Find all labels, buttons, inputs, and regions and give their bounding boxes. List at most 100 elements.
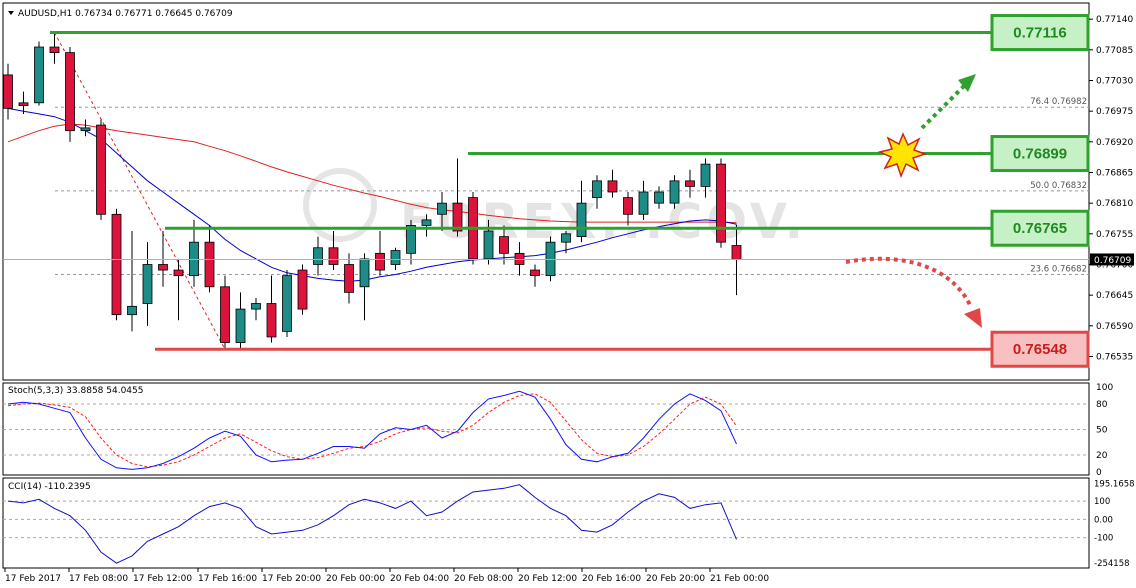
fib-label: 50.0 0.76832	[1030, 181, 1087, 191]
candle-body	[80, 127, 91, 132]
stoch-tick-label: 100	[1096, 383, 1113, 393]
cci-tick-label: 0.00	[1094, 515, 1113, 525]
time-tick-label: 20 Feb 20:00	[646, 574, 705, 584]
stoch-tick-label: 0	[1096, 468, 1102, 478]
candle-body	[266, 303, 277, 338]
level-label: 0.76548	[1013, 341, 1067, 358]
candle	[65, 47, 75, 142]
candle-body	[220, 286, 230, 343]
candle-body	[251, 303, 261, 310]
cci-tick-label: 100	[1094, 497, 1110, 507]
candle-body	[390, 250, 401, 265]
cci-tick-label: -100	[1094, 534, 1113, 544]
level-label: 0.76765	[1013, 220, 1067, 237]
price-tick-label: 0.77140	[1096, 15, 1133, 25]
candle-body	[607, 180, 618, 193]
symbol-header-text: AUDUSD,H1 0.76734 0.76771 0.76645 0.7670…	[18, 9, 233, 19]
candle	[96, 119, 106, 220]
candle-body	[313, 247, 323, 265]
candle-body	[235, 308, 246, 343]
stoch-tick-label: 20	[1096, 451, 1108, 461]
time-tick-label: 20 Feb 12:00	[518, 574, 577, 584]
candle-body	[359, 258, 370, 288]
fib-label: 23.6 0.76682	[1030, 265, 1087, 275]
main-panel-frame	[2, 2, 1090, 381]
candle-body	[514, 252, 525, 265]
cci-tick-label: 195.1658	[1094, 480, 1135, 490]
time-tick-label: 20 Feb 16:00	[582, 574, 641, 584]
candle-body	[344, 264, 354, 293]
price-tick-label: 0.77030	[1096, 76, 1133, 86]
symbol-header: AUDUSD,H1 0.76734 0.76771 0.76645 0.7670…	[8, 9, 233, 19]
time-tick-label: 17 Feb 2017	[5, 574, 61, 584]
candle-body	[49, 46, 60, 54]
time-tick-label: 20 Feb 08:00	[454, 574, 513, 584]
fib-label: 76.4 0.76982	[1030, 97, 1087, 107]
candle	[282, 270, 292, 337]
time-tick-label: 17 Feb 16:00	[198, 574, 257, 584]
candle-body	[158, 264, 168, 271]
time-axis: 17 Feb 2017 17 Feb 08:00 17 Feb 12:00 17 Fe…	[4, 568, 769, 584]
candle-body	[669, 180, 680, 204]
cci-header: CCI(14) -110.2395	[8, 482, 91, 492]
price-tick-label: 0.77085	[1096, 46, 1133, 56]
candle-body	[654, 191, 664, 204]
candle-body	[18, 102, 29, 106]
candle-body	[731, 245, 742, 260]
level-label: 0.77116	[1013, 25, 1066, 42]
candle-body	[142, 264, 153, 304]
time-tick-label: 17 Feb 12:00	[133, 574, 192, 584]
candle-body	[483, 230, 494, 260]
candle-body	[437, 202, 447, 215]
candle-body	[623, 197, 633, 215]
cci-tick-label: -254158	[1094, 559, 1130, 569]
price-tick-label: 0.76535	[1096, 352, 1133, 362]
candle	[297, 264, 308, 315]
candle-body	[189, 241, 199, 277]
candle-body	[561, 233, 571, 243]
price-tick-label: 0.76975	[1096, 107, 1133, 117]
price-tick-label: 0.76865	[1096, 168, 1133, 178]
cci-panel-frame	[2, 477, 1090, 569]
price-tick-label: 0.76920	[1096, 138, 1133, 148]
candle-body	[685, 180, 695, 187]
candle-body	[173, 269, 184, 277]
time-tick-label: 20 Feb 00:00	[326, 574, 385, 584]
time-tick-label: 21 Feb 00:00	[710, 574, 769, 584]
candle	[545, 236, 556, 282]
stoch-header: Stoch(5,3,3) 33.8858 54.0455	[8, 386, 143, 396]
candle-body	[65, 52, 75, 132]
stoch-tick-label: 50	[1096, 426, 1108, 436]
candle-body	[127, 305, 137, 316]
candle-body	[297, 269, 308, 310]
candle-body	[499, 236, 509, 254]
candle	[111, 208, 122, 321]
candle-body	[592, 180, 602, 198]
candle-body	[34, 46, 44, 104]
candle	[34, 41, 44, 106]
stoch-tick-label: 80	[1096, 400, 1108, 410]
candle-body	[96, 124, 106, 215]
candle-body	[700, 163, 711, 187]
candle-body	[545, 241, 556, 277]
candle-body	[716, 163, 726, 243]
candle-body	[421, 219, 432, 226]
time-tick-label: 17 Feb 08:00	[69, 574, 128, 584]
price-tick-label: 0.76590	[1096, 322, 1133, 332]
price-tick-label: 0.76755	[1096, 230, 1133, 240]
price-tick-label: 0.76810	[1096, 199, 1133, 209]
candle	[220, 275, 230, 350]
candle-body	[576, 202, 587, 238]
price-tick-label: 0.76645	[1096, 291, 1133, 301]
level-label: 0.76899	[1013, 146, 1067, 163]
candle-body	[375, 252, 385, 271]
chart-root: FOREX...COV. 76.4 0.7698250.0 0.7683223.…	[2, 2, 1135, 584]
time-tick-label: 17 Feb 20:00	[262, 574, 321, 584]
time-tick-label: 20 Feb 04:00	[390, 574, 449, 584]
candle-body	[111, 213, 122, 316]
current-price-label: 0.76709	[1094, 256, 1131, 266]
candle-body	[530, 269, 540, 277]
candle-body	[638, 191, 649, 215]
candle-body	[282, 275, 292, 332]
candle-body	[328, 247, 339, 265]
